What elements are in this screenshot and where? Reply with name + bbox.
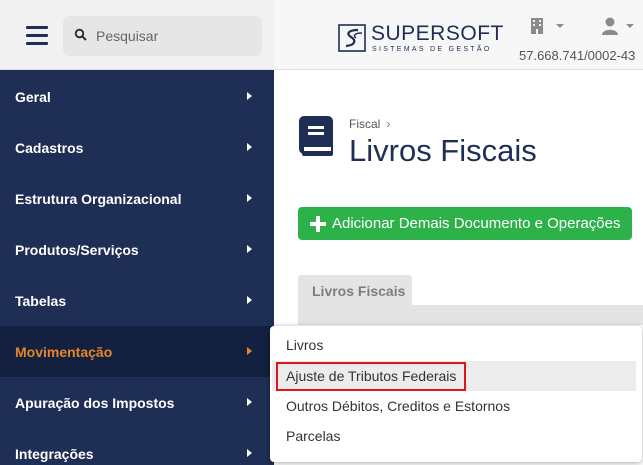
- sidebar-item-label: Tabelas: [15, 292, 67, 309]
- submenu-item-label: Ajuste de Tributos Federais: [286, 368, 457, 384]
- submenu-item-label: Parcelas: [286, 428, 341, 444]
- sidebar-top: [0, 0, 274, 70]
- submenu-item-outros-debitos[interactable]: Outros Débitos, Creditos e Estornos: [272, 391, 636, 421]
- submenu-item-label: Outros Débitos, Creditos e Estornos: [286, 398, 511, 414]
- sidebar-menu: Geral Cadastros Estrutura Organizacional…: [0, 71, 274, 465]
- top-header: SUPERSOFT SISTEMAS DE GESTÃO 57.668.741/…: [274, 0, 643, 70]
- chevron-right-icon: [247, 143, 252, 151]
- add-document-button-label: Adicionar Demais Documento e Operações: [332, 215, 621, 232]
- sidebar-item-movimentacao[interactable]: Movimentação: [0, 326, 274, 377]
- search-input[interactable]: [96, 24, 256, 48]
- brand-logo[interactable]: SUPERSOFT SISTEMAS DE GESTÃO: [338, 22, 503, 58]
- chevron-right-icon: [247, 449, 252, 457]
- search-icon: [74, 28, 87, 41]
- sidebar-item-geral[interactable]: Geral: [0, 71, 274, 122]
- menu-toggle-icon[interactable]: [26, 26, 48, 46]
- sidebar-item-label: Integrações: [15, 445, 94, 462]
- company-cnpj: 57.668.741/0002-43: [519, 48, 636, 63]
- sidebar-item-tabelas[interactable]: Tabelas: [0, 275, 274, 326]
- submenu-item-livros[interactable]: Livros: [272, 330, 636, 360]
- plus-icon: [310, 215, 326, 232]
- submenu-item-ajuste-tributos-federais[interactable]: Ajuste de Tributos Federais: [272, 361, 636, 391]
- chevron-right-icon: [247, 92, 252, 100]
- tab-panel-header: [298, 305, 643, 325]
- sidebar: Geral Cadastros Estrutura Organizacional…: [0, 0, 274, 465]
- chevron-down-icon[interactable]: [556, 24, 564, 28]
- building-icon[interactable]: [530, 18, 544, 34]
- sidebar-item-produtos-servicos[interactable]: Produtos/Serviços: [0, 224, 274, 275]
- tab-label: Livros Fiscais: [312, 282, 406, 299]
- sidebar-item-estrutura-organizacional[interactable]: Estrutura Organizacional: [0, 173, 274, 224]
- chevron-right-icon: [247, 194, 252, 202]
- add-document-button[interactable]: Adicionar Demais Documento e Operações: [298, 207, 632, 240]
- chevron-down-icon[interactable]: [626, 24, 634, 28]
- submenu-item-label: Livros: [286, 337, 324, 353]
- chevron-right-icon: [247, 296, 252, 304]
- breadcrumb: Fiscal ›: [349, 117, 390, 131]
- chevron-right-icon: [247, 245, 252, 253]
- tab-livros-fiscais[interactable]: Livros Fiscais: [298, 275, 412, 306]
- sidebar-item-label: Produtos/Serviços: [15, 241, 139, 258]
- brand-tagline: SISTEMAS DE GESTÃO: [372, 46, 492, 53]
- search-box[interactable]: [63, 16, 262, 56]
- submenu-item-parcelas[interactable]: Parcelas: [272, 421, 636, 451]
- sidebar-item-label: Geral: [15, 88, 51, 105]
- chevron-right-icon: [247, 398, 252, 406]
- book-icon: [299, 116, 333, 156]
- breadcrumb-separator: ›: [386, 117, 391, 131]
- breadcrumb-link-fiscal[interactable]: Fiscal: [349, 117, 380, 131]
- movimentacao-submenu: Livros Ajuste de Tributos Federais Outro…: [270, 326, 642, 462]
- brand-name: SUPERSOFT: [371, 22, 504, 45]
- sidebar-item-cadastros[interactable]: Cadastros: [0, 122, 274, 173]
- user-icon[interactable]: [602, 17, 618, 35]
- sidebar-item-integracoes[interactable]: Integrações: [0, 428, 274, 465]
- chevron-right-icon: [247, 347, 252, 355]
- page-title: Livros Fiscais: [349, 133, 537, 168]
- sidebar-item-label: Movimentação: [15, 343, 113, 360]
- sidebar-item-apuracao-impostos[interactable]: Apuração dos Impostos: [0, 377, 274, 428]
- sidebar-item-label: Estrutura Organizacional: [15, 190, 182, 207]
- supersoft-logo-icon: [338, 24, 366, 52]
- sidebar-item-label: Cadastros: [15, 139, 84, 156]
- sidebar-item-label: Apuração dos Impostos: [15, 394, 175, 411]
